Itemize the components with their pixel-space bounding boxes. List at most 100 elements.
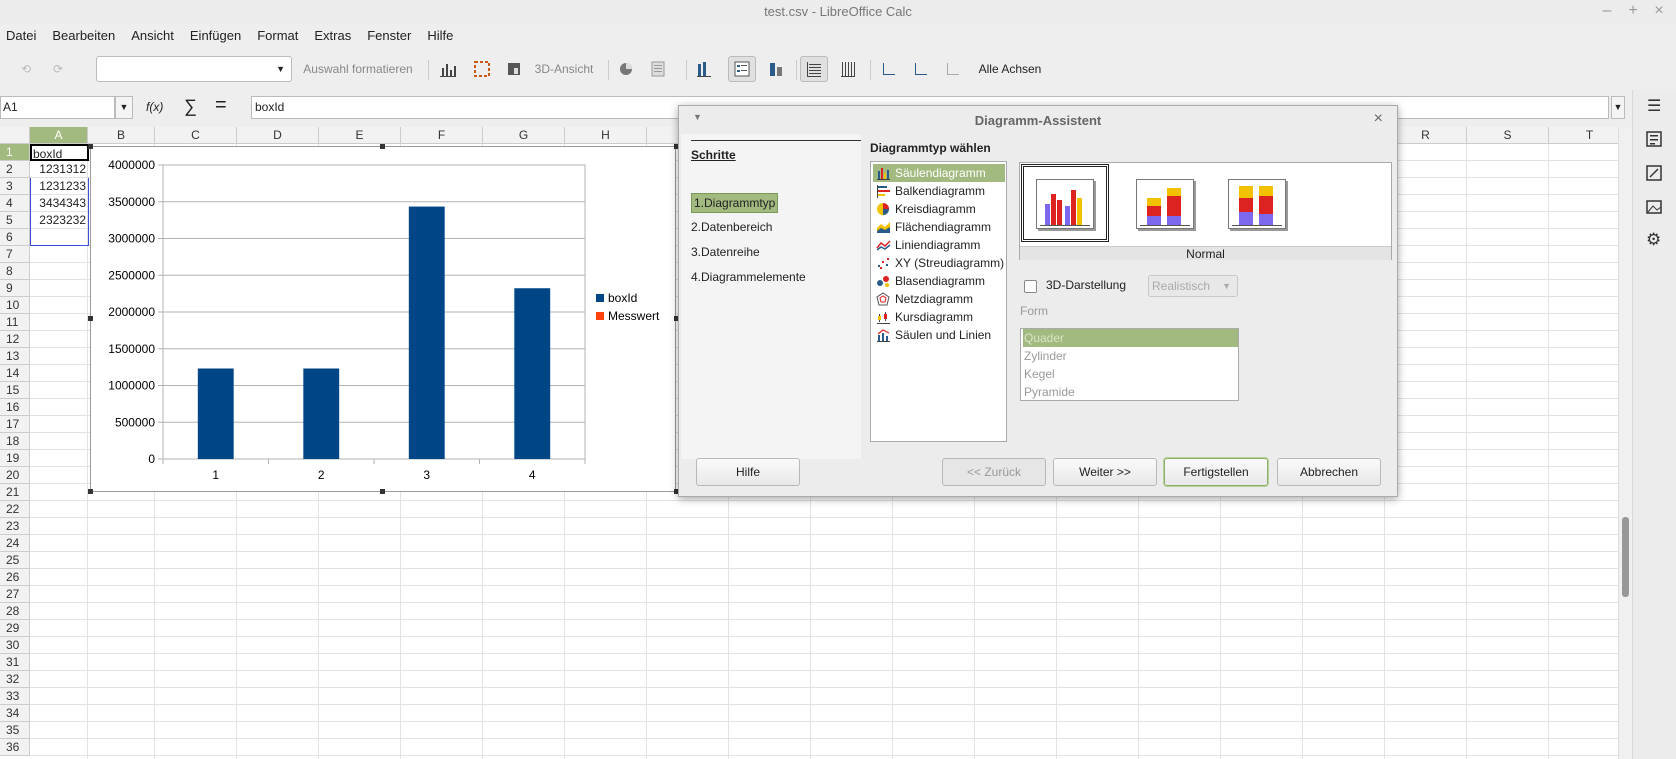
type-net[interactable]: Netzdiagramm xyxy=(873,290,1005,308)
menu-datei[interactable]: Datei xyxy=(6,28,36,43)
row-header[interactable]: 32 xyxy=(0,671,30,688)
type-stock[interactable]: Kursdiagramm xyxy=(873,308,1005,326)
type-column[interactable]: Säulendiagramm xyxy=(873,164,1005,182)
name-box-dropdown-icon[interactable]: ▼ xyxy=(115,96,133,119)
function-wizard-icon[interactable]: f(x) xyxy=(146,96,172,119)
column-header[interactable]: B xyxy=(88,127,155,144)
data-range-icon[interactable] xyxy=(614,56,638,82)
chart-type-list[interactable]: Säulendiagramm Balkendiagramm Kreisdiagr… xyxy=(870,161,1007,442)
row-header[interactable]: 35 xyxy=(0,722,30,739)
selection-handle[interactable] xyxy=(88,316,93,321)
type-column-line[interactable]: Säulen und Linien xyxy=(873,326,1005,344)
step-data-series[interactable]: 3.Datenreihe xyxy=(691,243,760,261)
row-header[interactable]: 5 xyxy=(0,212,30,229)
z-axis-icon[interactable] xyxy=(940,56,964,82)
help-button[interactable]: Hilfe xyxy=(696,458,800,486)
row-header[interactable]: 18 xyxy=(0,433,30,450)
3d-checkbox[interactable] xyxy=(1024,280,1037,293)
styles-icon[interactable] xyxy=(1645,164,1665,184)
type-line[interactable]: Liniendiagramm xyxy=(873,236,1005,254)
columns-icon[interactable] xyxy=(764,56,788,82)
column-header[interactable]: T xyxy=(1549,127,1618,144)
selection-handle[interactable] xyxy=(88,144,93,149)
menu-hilfe[interactable]: Hilfe xyxy=(427,28,453,43)
maximize-icon[interactable]: + xyxy=(1626,0,1640,24)
chart-type-icon[interactable] xyxy=(436,56,460,82)
column-header[interactable]: F xyxy=(401,127,483,144)
type-area[interactable]: Flächendiagramm xyxy=(873,218,1005,236)
row-header[interactable]: 13 xyxy=(0,348,30,365)
type-bubble[interactable]: Blasendiagramm xyxy=(873,272,1005,290)
selection-handle[interactable] xyxy=(380,144,385,149)
row-header[interactable]: 15 xyxy=(0,382,30,399)
row-header[interactable]: 30 xyxy=(0,637,30,654)
row-header[interactable]: 17 xyxy=(0,416,30,433)
vertical-scrollbar[interactable] xyxy=(1618,127,1632,759)
redo-icon[interactable]: ⟳ xyxy=(48,56,68,82)
type-xy-scatter[interactable]: XY (Streudiagramm) xyxy=(873,254,1005,272)
data-table-icon[interactable] xyxy=(646,56,670,82)
step-chart-type[interactable]: 1.Diagrammtyp xyxy=(691,193,779,213)
column-header[interactable]: A xyxy=(30,127,88,144)
row-header[interactable]: 34 xyxy=(0,705,30,722)
cell-a5[interactable]: 2323232 xyxy=(31,212,88,229)
finish-button[interactable]: Fertigstellen xyxy=(1164,458,1268,486)
step-data-range[interactable]: 2.Datenbereich xyxy=(691,218,772,236)
selection-handle[interactable] xyxy=(380,489,385,494)
selection-handle[interactable] xyxy=(88,489,93,494)
column-header[interactable]: C xyxy=(155,127,237,144)
format-selection-button[interactable]: Auswahl formatieren xyxy=(298,56,418,82)
form-list[interactable]: Quader Zylinder Kegel Pyramide xyxy=(1020,328,1239,401)
column-header[interactable]: S xyxy=(1467,127,1549,144)
next-button[interactable]: Weiter >> xyxy=(1053,458,1157,486)
3d-view-button[interactable]: 3D-Ansicht xyxy=(530,56,598,82)
dialog-close-icon[interactable]: × xyxy=(1374,110,1383,128)
variant-normal[interactable] xyxy=(1021,164,1109,242)
x-axis-icon[interactable] xyxy=(876,56,900,82)
3d-view-icon[interactable] xyxy=(502,56,526,82)
row-header[interactable]: 6 xyxy=(0,229,30,246)
chart-wall-icon[interactable] xyxy=(470,56,494,82)
row-header[interactable]: 25 xyxy=(0,552,30,569)
row-header[interactable]: 21 xyxy=(0,484,30,501)
menu-fenster[interactable]: Fenster xyxy=(367,28,411,43)
vertical-grid-icon[interactable] xyxy=(836,56,860,82)
menu-bearbeiten[interactable]: Bearbeiten xyxy=(52,28,115,43)
row-header[interactable]: 1 xyxy=(0,144,30,161)
cell-a4[interactable]: 3434343 xyxy=(31,195,88,212)
settings-gear-icon[interactable]: ⚙ xyxy=(1646,230,1661,250)
row-header[interactable]: 12 xyxy=(0,331,30,348)
column-header[interactable]: H xyxy=(565,127,647,144)
cell-a2[interactable]: 1231312 xyxy=(31,161,88,178)
gallery-icon[interactable] xyxy=(1645,198,1665,218)
row-header[interactable]: 29 xyxy=(0,620,30,637)
variant-percent-stacked[interactable] xyxy=(1228,179,1286,229)
rows-icon[interactable] xyxy=(692,56,716,82)
type-pie[interactable]: Kreisdiagramm xyxy=(873,200,1005,218)
select-all-corner[interactable] xyxy=(0,127,30,144)
row-header[interactable]: 31 xyxy=(0,654,30,671)
row-header[interactable]: 8 xyxy=(0,263,30,280)
undo-icon[interactable]: ⟲ xyxy=(16,56,36,82)
close-window-icon[interactable]: × xyxy=(1652,0,1666,24)
variant-stacked[interactable] xyxy=(1136,179,1194,229)
chart-object[interactable]: 4000000 3500000 3000000 2500000 2000000 15000… xyxy=(90,146,676,492)
menu-ansicht[interactable]: Ansicht xyxy=(131,28,174,43)
row-header[interactable]: 20 xyxy=(0,467,30,484)
form-cuboid[interactable]: Quader xyxy=(1023,329,1238,347)
row-header[interactable]: 2 xyxy=(0,161,30,178)
column-header[interactable]: D xyxy=(237,127,319,144)
row-header[interactable]: 19 xyxy=(0,450,30,467)
name-box[interactable]: A1 xyxy=(0,96,115,119)
row-header[interactable]: 23 xyxy=(0,518,30,535)
row-header[interactable]: 16 xyxy=(0,399,30,416)
row-header[interactable]: 27 xyxy=(0,586,30,603)
row-header[interactable]: 7 xyxy=(0,246,30,263)
row-header[interactable]: 10 xyxy=(0,297,30,314)
form-pyramid[interactable]: Pyramide xyxy=(1023,383,1243,401)
row-header[interactable]: 14 xyxy=(0,365,30,382)
column-header[interactable]: E xyxy=(319,127,401,144)
type-bar[interactable]: Balkendiagramm xyxy=(873,182,1005,200)
y-axis-icon[interactable] xyxy=(908,56,932,82)
form-cone[interactable]: Kegel xyxy=(1023,365,1243,383)
